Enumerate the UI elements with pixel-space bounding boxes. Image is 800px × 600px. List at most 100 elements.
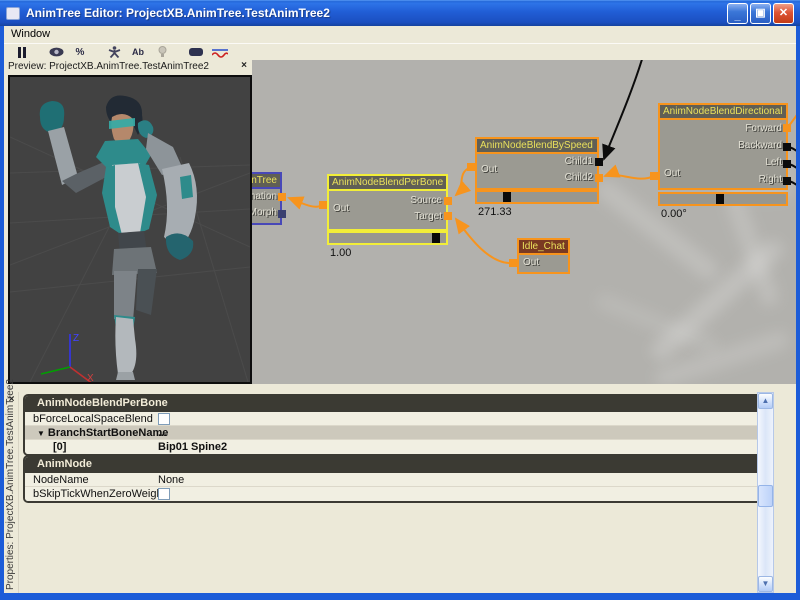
property-row: bForceLocalSpaceBlend — [25, 412, 771, 426]
checkbox-bskiptickwhenzeroweight[interactable] — [158, 488, 170, 500]
node-blenddirectional-value: 0.00° — [661, 208, 687, 220]
out-label: Out — [523, 257, 539, 268]
show-skeleton-button[interactable] — [46, 44, 66, 60]
bind-pose-icon — [108, 46, 121, 58]
pause-button[interactable] — [12, 44, 32, 60]
node-blenddirectional-slider[interactable] — [658, 192, 788, 206]
node-icon — [189, 48, 203, 56]
wire-speed-to-source — [456, 167, 471, 195]
node-animtree-title: nTree — [252, 174, 280, 189]
bind-pose-button[interactable] — [104, 44, 124, 60]
property-label: BranchStartBoneName — [48, 427, 168, 439]
window-icon — [6, 7, 20, 20]
wire-out-to-animtree — [289, 198, 323, 207]
pin-blenddirectional-out[interactable] — [650, 172, 658, 180]
node-blenddirectional[interactable]: AnimNodeBlendDirectional Out Forward Bac… — [658, 103, 788, 190]
preview-close-icon: × — [241, 60, 247, 71]
pin-blendperbone-source[interactable] — [444, 197, 452, 205]
properties-scrollbar[interactable]: ▲ ▼ — [757, 392, 774, 593]
pin-blendperbone-out[interactable] — [319, 201, 327, 209]
properties-section-animnodeblendperbone: AnimNodeBlendPerBone bForceLocalSpaceBle… — [23, 394, 773, 456]
slider-handle[interactable] — [503, 192, 511, 202]
property-label: bForceLocalSpaceBlend — [33, 412, 153, 426]
panel-splitter[interactable] — [4, 384, 796, 392]
curve-editor-button[interactable] — [210, 44, 230, 60]
menu-bar: Window — [4, 26, 796, 43]
node-blendperbone-title: AnimNodeBlendPerBone — [329, 176, 446, 191]
pin-label-child1: Child1 — [565, 156, 593, 167]
lightbulb-icon — [158, 46, 167, 58]
close-button[interactable]: ✕ — [773, 3, 794, 24]
property-value[interactable]: None — [158, 473, 184, 487]
property-row: NodeName None — [25, 473, 771, 487]
node-blendperbone[interactable]: AnimNodeBlendPerBone Out Source Target 1… — [327, 174, 448, 231]
preview-panel-header[interactable]: Preview: ProjectXB.AnimTree.TestAnimTree… — [4, 60, 252, 75]
pin-animtree-animation[interactable] — [278, 193, 286, 201]
axis-gizmo: Z X — [41, 333, 94, 382]
collapse-arrow-icon[interactable]: ▼ — [37, 429, 45, 438]
property-row: bSkipTickWhenZeroWeight — [25, 487, 771, 501]
menu-window[interactable]: Window — [4, 26, 57, 42]
properties-section-animnode: AnimNode NodeName None bSkipTickWhenZero… — [23, 455, 773, 503]
properties-side-strip: × Properties: ProjectXB.AnimTree.TestAni… — [4, 392, 19, 593]
node-idlechat[interactable]: Idle_Chat Out — [517, 238, 570, 274]
preview-close-button[interactable]: × — [238, 60, 250, 72]
section-header[interactable]: AnimNodeBlendPerBone — [25, 396, 771, 412]
new-node-button[interactable] — [186, 44, 206, 60]
property-value[interactable]: ... — [158, 426, 167, 440]
out-label: Out — [481, 164, 497, 175]
pin-blenddirectional-backward[interactable] — [783, 143, 791, 151]
maximize-icon: ▣ — [755, 7, 765, 19]
slider-handle[interactable] — [432, 233, 440, 243]
checkbox-bforcelocalspaceblend[interactable] — [158, 413, 170, 425]
property-value[interactable]: Bip01 Spine2 — [158, 440, 227, 454]
preview-viewport[interactable]: Z X — [8, 75, 252, 384]
minimize-button[interactable]: _ — [727, 3, 748, 24]
pin-animtree-morph[interactable] — [278, 210, 286, 218]
property-row: ▼BranchStartBoneName ... — [25, 426, 771, 440]
properties-panel: × Properties: ProjectXB.AnimTree.TestAni… — [4, 392, 796, 593]
minimize-icon: _ — [734, 10, 740, 22]
scroll-down-button[interactable]: ▼ — [758, 576, 773, 592]
properties-vertical-title: Properties: ProjectXB.AnimTree.TestAnimT… — [5, 379, 16, 590]
wire-directional-to-child2 — [605, 175, 654, 179]
pin-blendbyspeed-child1[interactable] — [595, 158, 603, 166]
out-label: Out — [664, 168, 680, 179]
node-graph-canvas[interactable]: nTree mation Morph AnimNodeBlendPerBone … — [252, 60, 796, 384]
pin-label-morph: Morph — [252, 207, 277, 218]
character-model — [40, 95, 197, 380]
pin-label-child2: Child2 — [565, 172, 593, 183]
property-label: NodeName — [33, 473, 89, 487]
lighting-button[interactable] — [152, 44, 172, 60]
pin-blendbyspeed-out[interactable] — [467, 163, 475, 171]
out-label: Out — [333, 203, 349, 214]
pin-blendbyspeed-child2[interactable] — [595, 174, 603, 182]
scroll-up-button[interactable]: ▲ — [758, 393, 773, 409]
section-header[interactable]: AnimNode — [25, 457, 771, 473]
show-weights-button[interactable]: % — [70, 44, 90, 60]
pin-label-forward: Forward — [745, 123, 782, 134]
axis-z-label: Z — [73, 333, 79, 344]
pin-label-source: Source — [410, 195, 442, 206]
pin-idlechat-out[interactable] — [509, 259, 517, 267]
node-blendbyspeed-title: AnimNodeBlendBySpeed — [477, 139, 597, 154]
slider-handle[interactable] — [716, 194, 724, 204]
maximize-button[interactable]: ▣ — [750, 3, 771, 24]
node-blendbyspeed-value: 271.33 — [478, 206, 512, 218]
pin-blenddirectional-forward[interactable] — [783, 124, 791, 132]
close-icon: ✕ — [779, 7, 788, 19]
pin-label-target: Target — [414, 211, 442, 222]
property-row: [0] Bip01 Spine2 — [25, 440, 771, 454]
node-blendbyspeed[interactable]: AnimNodeBlendBySpeed Out Child1 Child2 2… — [475, 137, 599, 190]
scrollbar-thumb[interactable] — [758, 485, 773, 507]
title-bar[interactable]: AnimTree Editor: ProjectXB.AnimTree.Test… — [0, 0, 800, 26]
node-names-icon: Ab — [132, 47, 144, 57]
show-node-names-button[interactable]: Ab — [128, 44, 148, 60]
node-idlechat-title: Idle_Chat — [519, 240, 568, 255]
node-blendbyspeed-slider[interactable] — [475, 190, 599, 204]
pin-blendperbone-target[interactable] — [444, 212, 452, 220]
pin-blenddirectional-right[interactable] — [783, 177, 791, 185]
node-blendperbone-slider[interactable] — [327, 231, 448, 245]
pin-blenddirectional-left[interactable] — [783, 160, 791, 168]
wire-idle-to-target — [456, 219, 513, 263]
